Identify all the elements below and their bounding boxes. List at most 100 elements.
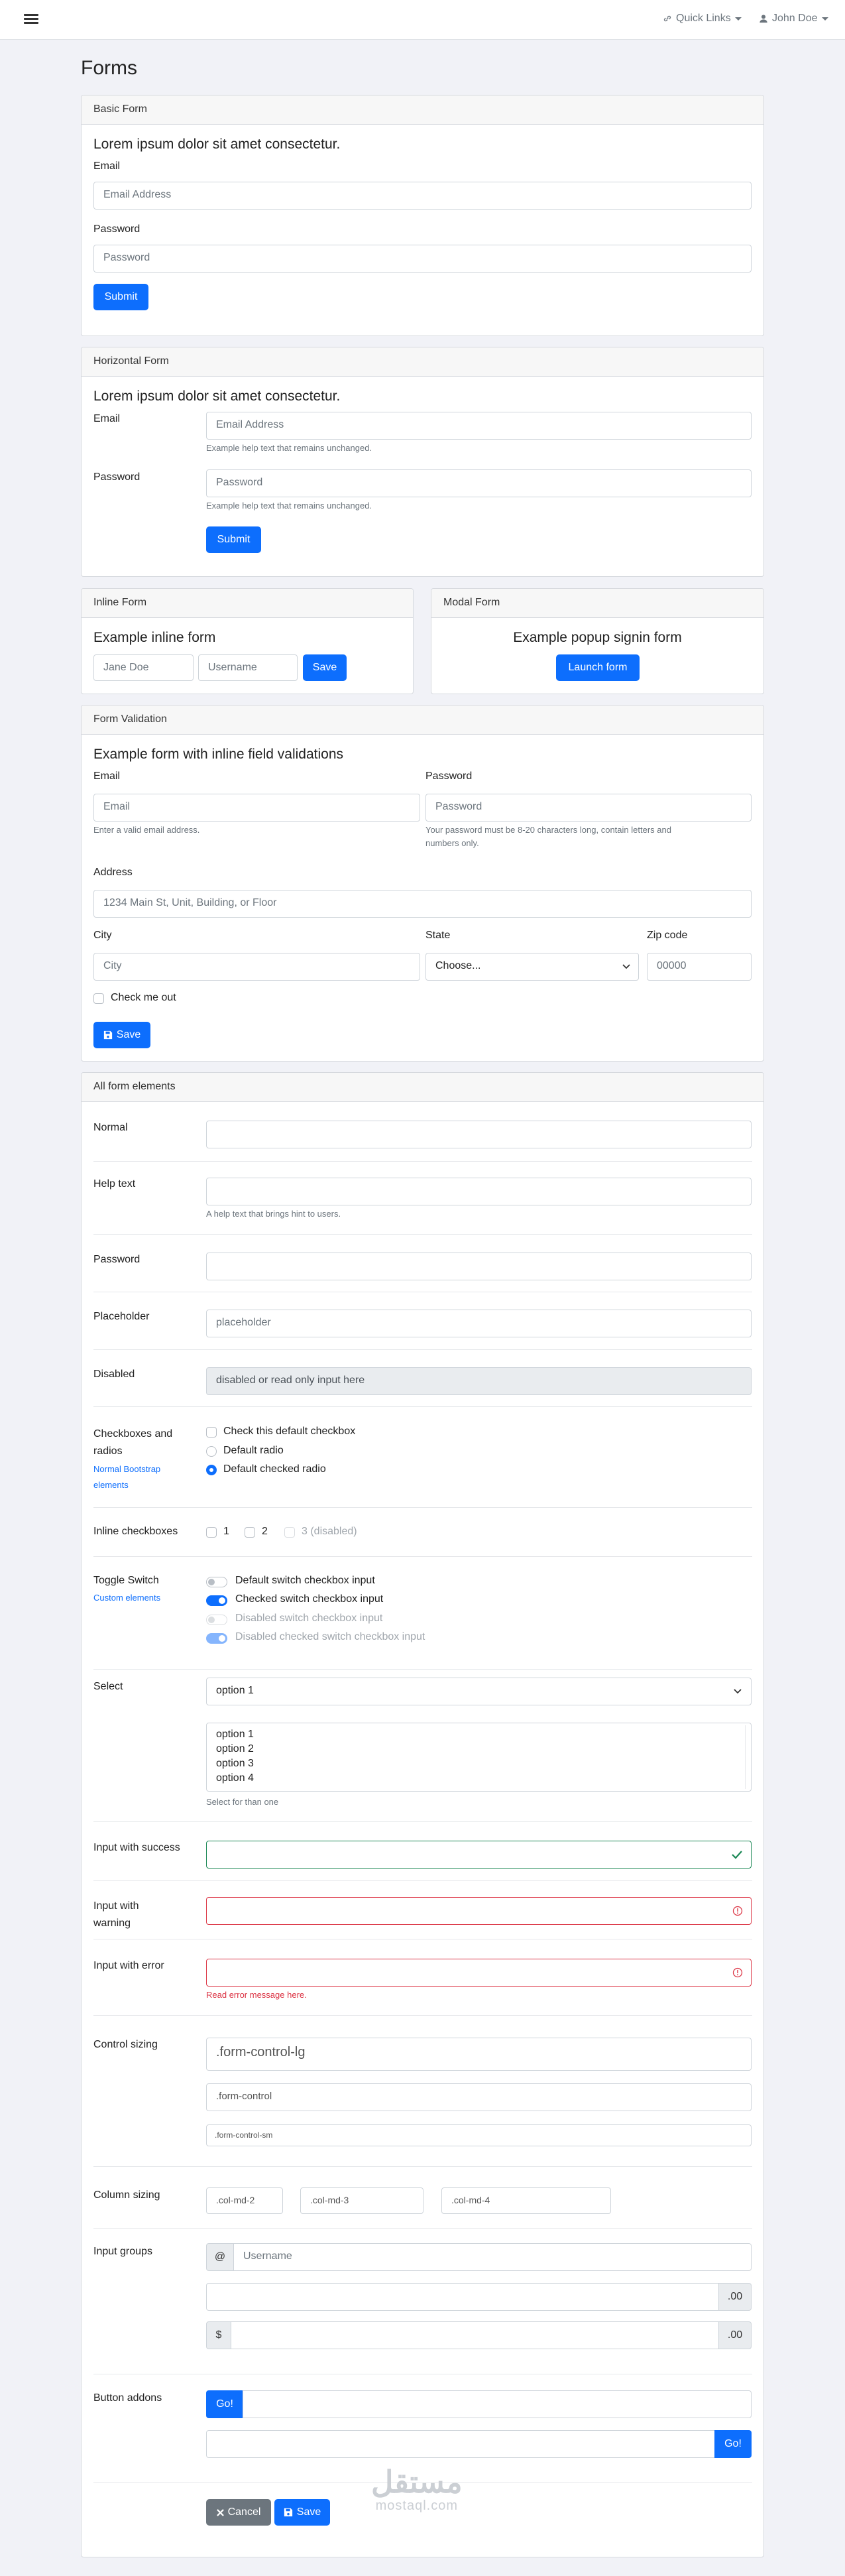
divider	[93, 1669, 752, 1670]
error-input[interactable]	[206, 1959, 752, 1987]
single-select[interactable]: option 1	[206, 1678, 752, 1705]
city-label: City	[93, 930, 112, 941]
email-input[interactable]: Email Address	[206, 412, 752, 440]
address-input[interactable]: 1234 Main St, Unit, Building, or Floor	[93, 890, 752, 918]
disabled-switch-label: Disabled switch checkbox input	[235, 1613, 383, 1624]
inline-checkbox-2[interactable]	[245, 1527, 255, 1538]
zip-input[interactable]: 00000	[647, 953, 752, 981]
card-lead: Example inline form	[93, 630, 216, 645]
inline-checkbox-3-label: 3 (disabled)	[302, 1526, 357, 1537]
floppy-disk-icon	[103, 1030, 112, 1040]
username-input[interactable]: Username	[198, 654, 298, 681]
user-icon	[760, 15, 767, 23]
name-input[interactable]: Jane Doe	[93, 654, 194, 681]
page-title: Forms	[81, 57, 137, 79]
warning-input[interactable]	[206, 1897, 752, 1925]
cancel-button[interactable]: Cancel	[206, 2499, 271, 2526]
email-input[interactable]: Email Address	[93, 182, 752, 210]
quick-links-dropdown[interactable]: Quick Links	[663, 13, 742, 25]
dollar-addon: $	[206, 2321, 231, 2349]
error-message: Read error message here.	[206, 1990, 307, 2000]
divider	[93, 1349, 752, 1350]
launch-form-button[interactable]: Launch form	[556, 654, 640, 681]
col-md-3-input[interactable]: .col-md-3	[300, 2187, 423, 2214]
close-icon	[216, 2508, 224, 2516]
multi-option[interactable]: option 1	[216, 1727, 254, 1742]
save-button[interactable]: Save	[93, 1022, 150, 1048]
password-input[interactable]: Password	[206, 469, 752, 497]
addon-input-right[interactable]	[206, 2430, 715, 2458]
success-input[interactable]	[206, 1841, 752, 1869]
addon-input-left[interactable]	[243, 2390, 752, 2418]
inline-form-card: Inline Form Example inline form Jane Doe…	[81, 588, 414, 694]
divider	[93, 2015, 752, 2016]
submit-button[interactable]: Submit	[206, 526, 261, 553]
user-dropdown[interactable]: John Doe	[759, 13, 828, 25]
default-checkbox[interactable]	[206, 1427, 217, 1438]
caret-down-icon	[734, 17, 742, 21]
input-groups-label: Input groups	[93, 2246, 152, 2257]
state-label: State	[425, 930, 451, 941]
password-input[interactable]	[206, 1253, 752, 1280]
form-validation-card: Form Validation Example form with inline…	[81, 705, 764, 1062]
check-icon	[732, 1851, 742, 1859]
input-default[interactable]: .form-control	[206, 2083, 752, 2111]
default-radio[interactable]	[206, 1446, 217, 1457]
check-me-out-checkbox[interactable]	[93, 993, 104, 1004]
floppy-disk-icon	[284, 2508, 292, 2517]
default-radio-label: Default radio	[223, 1445, 284, 1456]
at-addon: @	[206, 2243, 234, 2271]
placeholder-input[interactable]: placeholder	[206, 1310, 752, 1337]
normal-input[interactable]	[206, 1121, 752, 1148]
disabled-input: disabled or read only input here	[206, 1367, 752, 1395]
divider	[93, 1507, 752, 1508]
col-md-4-input[interactable]: .col-md-4	[441, 2187, 611, 2214]
inline-checkbox-1-label: 1	[223, 1526, 229, 1537]
email-input[interactable]: Email	[93, 794, 420, 822]
help-text-input[interactable]	[206, 1178, 752, 1205]
state-select[interactable]: Choose...	[425, 953, 639, 981]
password-input[interactable]: Password	[93, 245, 752, 273]
multi-option[interactable]: option 3	[216, 1756, 254, 1771]
inline-checkbox-1[interactable]	[206, 1527, 217, 1538]
input-warning-label: Input with warning	[93, 1900, 139, 1929]
chevron-down-icon	[622, 964, 630, 969]
submit-button[interactable]: Submit	[93, 284, 148, 310]
save-button[interactable]: Save	[303, 654, 347, 681]
modal-form-card: Modal Form Example popup signin form Lau…	[431, 588, 764, 694]
control-sizing-label: Control sizing	[93, 2039, 158, 2050]
scrollbar[interactable]	[745, 1725, 749, 1789]
checked-switch[interactable]	[206, 1595, 227, 1606]
username-group-input[interactable]: Username	[233, 2243, 752, 2271]
default-switch[interactable]	[206, 1577, 227, 1587]
price-input[interactable]	[231, 2321, 719, 2349]
quick-links-label: Quick Links	[676, 13, 731, 24]
card-lead: Example form with inline field validatio…	[93, 747, 344, 762]
save-button[interactable]: Save	[274, 2499, 330, 2526]
multi-option[interactable]: option 4	[216, 1771, 254, 1786]
go-button-right[interactable]: Go!	[714, 2430, 752, 2458]
email-label: Email	[93, 160, 121, 172]
input-large[interactable]: .form-control-lg	[206, 2038, 752, 2071]
zip-label: Zip code	[647, 930, 688, 941]
custom-elements-link[interactable]: Custom elements	[93, 1591, 160, 1605]
multi-option[interactable]: option 2	[216, 1742, 254, 1756]
watermark-arabic: مستقل	[371, 2465, 463, 2499]
password-input[interactable]: Password	[425, 794, 752, 822]
password-label: Password	[93, 223, 141, 235]
col-md-2-input[interactable]: .col-md-2	[206, 2187, 283, 2214]
card-lead: Lorem ipsum dolor sit amet consectetur.	[93, 389, 341, 404]
multi-select[interactable]: option 1 option 2 option 3 option 4	[206, 1723, 752, 1792]
card-header: Horizontal Form	[82, 347, 763, 377]
divider	[93, 1556, 752, 1557]
normal-bootstrap-link[interactable]: Normal Bootstrap elements	[93, 1461, 160, 1493]
checked-radio[interactable]	[206, 1465, 217, 1475]
input-small[interactable]: .form-control-sm	[206, 2124, 752, 2146]
hamburger-menu-icon[interactable]	[24, 12, 38, 27]
input-error-label: Input with error	[93, 1960, 164, 1971]
go-button-left[interactable]: Go!	[206, 2390, 243, 2418]
password-help: Your password must be 8-20 characters lo…	[425, 825, 671, 848]
city-input[interactable]: City	[93, 953, 420, 981]
amount-input[interactable]	[206, 2283, 719, 2311]
divider	[93, 1406, 752, 1407]
